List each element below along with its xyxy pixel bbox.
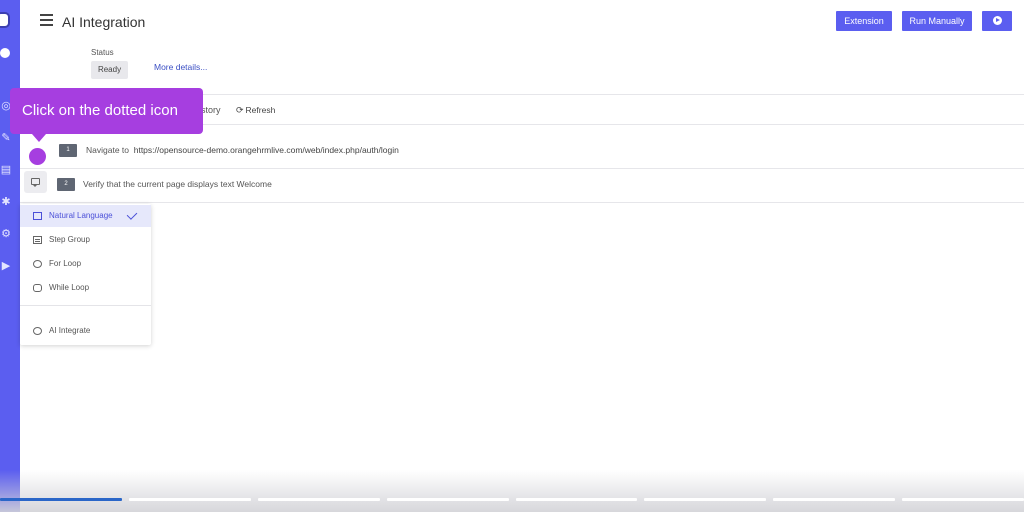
progress-segment[interactable]: [128, 498, 251, 501]
progress-segment[interactable]: [644, 498, 767, 501]
menu-item-ai-integrate[interactable]: AI Integrate: [20, 320, 151, 342]
checkmark-icon: [126, 209, 138, 220]
divider: [20, 168, 1024, 169]
progress-segment[interactable]: [386, 498, 509, 501]
test-step-row[interactable]: 2 Verify that the current page displays …: [20, 170, 1024, 202]
play-icon: [992, 16, 1002, 25]
progress-segment[interactable]: [515, 498, 638, 501]
menu-item-for-loop[interactable]: For Loop: [20, 253, 151, 275]
edit-nav-icon[interactable]: ✎: [0, 132, 12, 144]
step-number-badge: 1: [59, 144, 77, 157]
loop-circle-icon: [33, 260, 42, 268]
divider: [20, 202, 1024, 203]
progress-segment[interactable]: [257, 498, 380, 501]
refresh-icon: ⟳: [236, 105, 244, 115]
step-type-menu: Natural Language Step Group For Loop Whi…: [20, 204, 151, 345]
test-step-row[interactable]: 1 Navigate to https://opensource-demo.or…: [20, 134, 1024, 166]
ai-circle-icon: [33, 327, 42, 335]
speech-bubble-icon: [31, 178, 40, 187]
menu-item-while-loop[interactable]: While Loop: [20, 277, 151, 299]
progress-segment[interactable]: [0, 498, 122, 501]
hamburger-menu-icon[interactable]: [40, 14, 53, 26]
video-controls-overlay: [0, 470, 1024, 512]
tutorial-tooltip: Click on the dotted icon: [10, 88, 203, 142]
step-action: Navigate to: [86, 145, 129, 155]
menu-item-natural-language[interactable]: Natural Language: [20, 205, 151, 227]
run-manually-button[interactable]: Run Manually: [902, 11, 972, 31]
page-title: AI Integration: [62, 14, 146, 30]
menu-divider: [20, 305, 151, 306]
list-icon: [33, 236, 42, 244]
menu-item-step-group[interactable]: Step Group: [20, 229, 151, 251]
speech-bubble-icon: [33, 212, 42, 220]
step-text: Navigate to https://opensource-demo.oran…: [86, 145, 399, 155]
refresh-button[interactable]: ⟳ Refresh: [236, 105, 275, 116]
refresh-label: Refresh: [245, 105, 276, 115]
step-text: Verify that the current page displays te…: [83, 179, 272, 189]
dashboard-nav-icon[interactable]: [0, 48, 10, 58]
more-details-link[interactable]: More details...: [154, 62, 207, 72]
bug-nav-icon[interactable]: ✱: [0, 196, 12, 208]
app-logo-icon[interactable]: [0, 12, 10, 28]
document-nav-icon[interactable]: ▤: [0, 164, 12, 176]
run-options-button[interactable]: [982, 11, 1012, 31]
status-label: Status: [91, 48, 114, 57]
progress-segment[interactable]: [902, 498, 1024, 501]
while-loop-icon: [33, 284, 42, 292]
step-type-toggle-button[interactable]: [24, 171, 47, 193]
settings-nav-icon[interactable]: ⚙: [0, 228, 12, 240]
progress-segment[interactable]: [773, 498, 896, 501]
extension-button[interactable]: Extension: [836, 11, 892, 31]
play-nav-icon[interactable]: ▶: [0, 260, 12, 272]
status-badge: Ready: [91, 61, 128, 79]
step-number-badge: 2: [57, 178, 75, 191]
tab-history[interactable]: story: [201, 105, 221, 115]
left-nav-rail: ◎ ✎ ▤ ✱ ⚙ ▶: [0, 0, 20, 512]
tutorial-hotspot-dot[interactable]: [29, 148, 46, 165]
step-url: https://opensource-demo.orangehrmlive.co…: [133, 145, 399, 155]
